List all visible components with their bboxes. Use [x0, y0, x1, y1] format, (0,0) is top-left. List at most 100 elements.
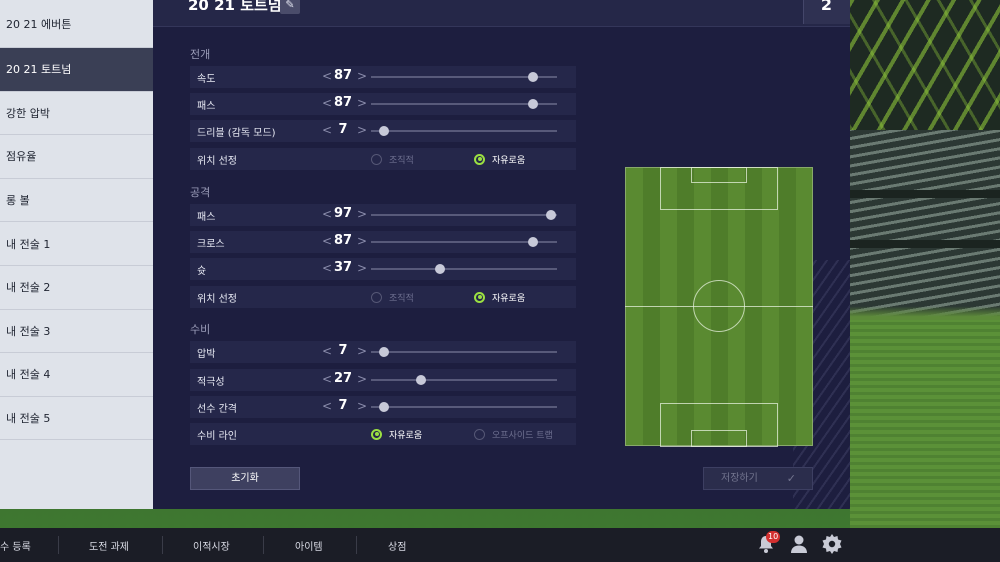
chevron-right-icon[interactable]: > [357, 207, 367, 221]
radio-dot [474, 153, 485, 165]
chevron-right-icon[interactable]: > [357, 372, 367, 386]
tactic-item-label: 점유율 [6, 150, 37, 164]
slot-indicator: 2 [803, 0, 850, 24]
notification-badge: 10 [766, 531, 781, 543]
nav-item-register[interactable]: 수 등록 [0, 538, 31, 553]
slider-value: 27 [333, 371, 353, 386]
chevron-down-icon: ✓ [786, 472, 796, 485]
slider-track[interactable] [371, 126, 557, 136]
nav-item-challenges[interactable]: 도전 과제 [89, 538, 129, 553]
pitch-diagram [625, 167, 813, 447]
radio-label: 자유로움 [492, 293, 526, 304]
slider-track[interactable] [371, 72, 557, 82]
slider-track[interactable] [371, 237, 557, 247]
slider-row-buildup-dribbling: 드리블 (감독 모드) < 7 > [190, 120, 576, 142]
tactic-item[interactable]: 내 전술 2 [0, 266, 153, 310]
bell-icon[interactable]: 10 [757, 531, 781, 558]
slider-knob[interactable] [434, 264, 445, 274]
slider-track[interactable] [371, 375, 557, 385]
tactic-item-label: 20 21 에버튼 [6, 17, 72, 31]
slider-track[interactable] [371, 347, 557, 357]
slider-track[interactable] [371, 210, 557, 220]
slider-knob[interactable] [546, 210, 557, 220]
tactic-item-active[interactable]: 20 21 토트넘 [0, 48, 153, 92]
slider-value: 7 [338, 398, 348, 413]
slider-knob[interactable] [379, 347, 390, 357]
save-button[interactable]: 저장하기 ✓ [703, 467, 813, 490]
slider-label: 드리블 (감독 모드) [197, 127, 276, 139]
chevron-right-icon[interactable]: > [357, 261, 367, 275]
radio-row-buildup-positioning: 위치 선정 조직적 자유로움 [190, 148, 576, 170]
tactic-settings-panel: 20 21 토트넘 ✎ 2 전개 속도 < 87 > 패스 < 87 > 드리블… [153, 0, 850, 509]
tactic-item-label: 내 전술 3 [6, 324, 51, 338]
chevron-right-icon[interactable]: > [357, 123, 367, 137]
tactic-item[interactable]: 내 전술 3 [0, 310, 153, 354]
slider-row-buildup-speed: 속도 < 87 > [190, 66, 576, 88]
slider-knob[interactable] [527, 237, 538, 247]
tactic-item[interactable]: 점유율 [0, 135, 153, 179]
nav-item-items[interactable]: 아이템 [295, 538, 323, 553]
slider-label: 크로스 [197, 238, 225, 250]
center-circle [693, 280, 745, 332]
radio-dot [371, 291, 382, 303]
slider-label: 선수 간격 [197, 403, 237, 415]
slider-track[interactable] [371, 99, 557, 109]
slider-knob[interactable] [379, 126, 390, 136]
profile-icon[interactable] [790, 534, 808, 558]
slider-label: 압박 [197, 348, 216, 360]
slider-row-defence-aggression: 적극성 < 27 > [190, 369, 576, 391]
radio-row-label: 위치 선정 [197, 293, 237, 305]
slider-value: 7 [338, 122, 348, 137]
radio-option-free[interactable]: 자유로움 [371, 428, 422, 441]
chevron-right-icon[interactable]: > [357, 234, 367, 248]
radio-dot [371, 428, 382, 440]
radio-label: 오프사이드 트랩 [492, 430, 553, 441]
slider-row-buildup-passing: 패스 < 87 > [190, 93, 576, 115]
radio-option-free[interactable]: 자유로움 [474, 291, 525, 304]
tactic-title: 20 21 토트넘 [188, 0, 282, 14]
slider-knob[interactable] [416, 375, 427, 385]
slider-value: 87 [333, 68, 353, 83]
radio-row-label: 수비 라인 [197, 430, 237, 442]
tactic-item[interactable]: 내 전술 4 [0, 353, 153, 397]
nav-divider [356, 536, 357, 554]
slider-knob[interactable] [527, 72, 538, 82]
chevron-right-icon[interactable]: > [357, 96, 367, 110]
tactic-item-label: 내 전술 4 [6, 368, 51, 382]
stadium-roof [850, 0, 1000, 130]
radio-option-structured[interactable]: 조직적 [371, 153, 414, 166]
nav-item-transfer-market[interactable]: 이적시장 [193, 538, 230, 553]
radio-option-free[interactable]: 자유로움 [474, 153, 525, 166]
edit-icon[interactable]: ✎ [280, 0, 300, 14]
nav-item-shop[interactable]: 상점 [388, 538, 406, 553]
stadium-view [850, 0, 1000, 528]
slider-value: 87 [333, 233, 353, 248]
chevron-right-icon[interactable]: > [357, 69, 367, 83]
radio-dot [474, 428, 485, 440]
slider-track[interactable] [371, 402, 557, 412]
slider-label: 패스 [197, 211, 216, 223]
slider-track[interactable] [371, 264, 557, 274]
radio-label: 자유로움 [389, 430, 423, 441]
radio-option-offside-trap[interactable]: 오프사이드 트랩 [474, 428, 553, 441]
radio-row-label: 위치 선정 [197, 155, 237, 167]
reset-button[interactable]: 초기화 [190, 467, 300, 490]
nav-divider [162, 536, 163, 554]
slider-label: 적극성 [197, 376, 225, 388]
slider-value: 97 [333, 206, 353, 221]
radio-row-defence-line: 수비 라인 자유로움 오프사이드 트랩 [190, 423, 576, 445]
slider-knob[interactable] [527, 99, 538, 109]
slider-value: 37 [333, 260, 353, 275]
chevron-right-icon[interactable]: > [357, 344, 367, 358]
radio-option-structured[interactable]: 조직적 [371, 291, 414, 304]
slider-label: 패스 [197, 100, 216, 112]
chevron-right-icon[interactable]: > [357, 399, 367, 413]
slider-value: 7 [338, 343, 348, 358]
tactic-item[interactable]: 20 21 에버튼 [0, 0, 153, 48]
tactic-item[interactable]: 내 전술 1 [0, 222, 153, 266]
tactic-item[interactable]: 내 전술 5 [0, 397, 153, 441]
slider-knob[interactable] [379, 402, 390, 412]
tactic-item[interactable]: 강한 압박 [0, 92, 153, 136]
tactic-item[interactable]: 롱 볼 [0, 179, 153, 223]
settings-icon[interactable] [822, 534, 842, 558]
